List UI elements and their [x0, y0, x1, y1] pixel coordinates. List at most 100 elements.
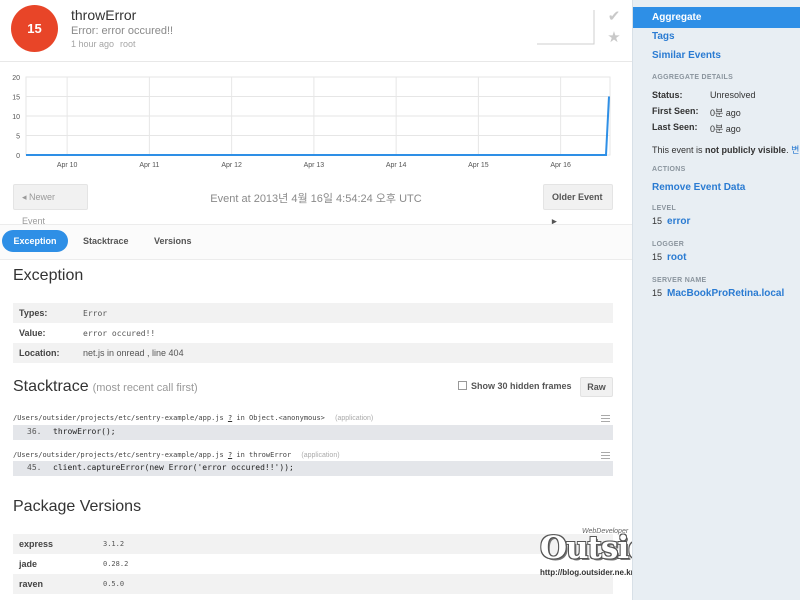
event-timestamp: Event at 2013년 4월 16일 4:54:24 오후 UTC	[0, 190, 632, 206]
event-chart: 0 5 10 15 20 Apr 10 Apr 11 Apr 12 Apr 13 Apr 14 Ap…	[0, 66, 632, 176]
code-text: throwError();	[53, 427, 116, 436]
server-name-heading: SERVER NAME	[652, 277, 707, 284]
code-text: client.captureError(new Error('error occ…	[53, 463, 294, 472]
level-heading: LEVEL	[652, 205, 677, 212]
exception-key: Types:	[19, 308, 48, 318]
change-visibility-link[interactable]: 변경	[791, 145, 800, 155]
sidebar-item-tags[interactable]: Tags	[652, 31, 675, 42]
frame-source-link[interactable]: ?	[228, 451, 232, 459]
frame-source-link[interactable]: ?	[228, 414, 232, 422]
visibility-row: This event is not publicly visible. 변경	[652, 143, 800, 156]
status-label: Status:	[652, 90, 683, 100]
tab-exception[interactable]: Exception	[2, 230, 68, 252]
actions-heading: ACTIONS	[652, 166, 686, 173]
code-line[interactable]: 45. client.captureError(new Error('error…	[13, 461, 613, 476]
blog-watermark: Outsider WebDeveloper http://blog.outsid…	[540, 528, 632, 580]
package-row: raven 0.5.0	[13, 574, 613, 594]
chart-x-tick-label: Apr 16	[550, 162, 571, 169]
check-icon[interactable]: ✔	[606, 9, 622, 25]
event-count-badge: 15	[11, 5, 58, 52]
chart-x-tick-label: Apr 12	[221, 162, 242, 169]
status-row: Status: Unresolved	[652, 90, 756, 100]
frame-tag: (application)	[301, 452, 340, 459]
remove-event-data-link[interactable]: Remove Event Data	[652, 182, 745, 193]
exception-key: Location:	[19, 348, 60, 358]
status-value: Unresolved	[710, 90, 756, 100]
star-icon[interactable]: ★	[606, 30, 622, 46]
logger-row: 15 root	[652, 252, 686, 263]
package-version: 0.28.2	[103, 560, 129, 568]
exception-row-types: Types: Error	[13, 303, 613, 323]
frame-menu-icon[interactable]	[601, 415, 610, 422]
hidden-frames-toggle[interactable]: Show 30 hidden frames	[458, 381, 572, 391]
logger-link[interactable]: root	[667, 252, 686, 263]
frame-menu-icon[interactable]	[601, 452, 610, 459]
raw-button[interactable]: Raw	[580, 377, 613, 397]
event-pager: ◂ Newer Event Event at 2013년 4월 16일 4:54…	[0, 184, 632, 226]
packages-table: express 3.1.2 jade 0.28.2 raven 0.5.0	[13, 534, 613, 594]
tab-stacktrace[interactable]: Stacktrace	[72, 230, 140, 252]
package-row: jade 0.28.2	[13, 554, 613, 574]
sidebar-item-aggregate[interactable]: Aggregate	[633, 7, 800, 28]
aggregate-details-heading: AGGREGATE DETAILS	[652, 74, 734, 81]
event-time-ago: 1 hour ago	[71, 39, 115, 49]
code-line[interactable]: 36. throwError();	[13, 425, 613, 440]
frame-file: /Users/outsider/projects/etc/sentry-exam…	[13, 414, 224, 422]
last-seen-value: 0분 ago	[710, 124, 741, 134]
logger-heading: LOGGER	[652, 241, 685, 248]
hidden-frames-checkbox[interactable]	[458, 381, 467, 390]
event-logger: root	[120, 39, 136, 49]
frame-function: throwError	[249, 451, 292, 459]
visibility-suffix: .	[786, 145, 789, 155]
chart-svg: 0 5 10 15 20 Apr 10 Apr 11 Apr 12 Apr 13 Apr 14 Ap…	[12, 75, 611, 169]
visibility-status: not publicly visible	[705, 145, 787, 155]
frame-header: /Users/outsider/projects/etc/sentry-exam…	[13, 451, 340, 459]
frame-function: Object.<anonymous>	[249, 414, 325, 422]
frame-file: /Users/outsider/projects/etc/sentry-exam…	[13, 451, 224, 459]
first-seen-value: 0분 ago	[710, 108, 741, 118]
chart-y-tick-label: 10	[12, 114, 20, 121]
chart-x-tick-label: Apr 11	[139, 162, 159, 169]
exception-value: Error	[83, 309, 108, 318]
chart-series-line	[26, 96, 610, 156]
event-sparkline	[537, 10, 595, 45]
frame-in: in	[236, 414, 245, 422]
older-event-button[interactable]: Older Event ▸	[543, 184, 613, 226]
exception-value: error occured!!	[83, 329, 156, 338]
first-seen-row: First Seen: 0분 ago	[652, 106, 741, 118]
event-timestamp-text: Event at 2013년 4월 16일 4:54:24 오후 UTC	[210, 193, 422, 205]
code-lineno: 36.	[27, 427, 42, 436]
last-seen-row: Last Seen: 0분 ago	[652, 122, 741, 134]
chart-y-tick-label: 20	[12, 75, 20, 82]
code-lineno: 45.	[27, 463, 42, 472]
watermark-url: http://blog.outsider.ne.kr	[540, 568, 632, 577]
chart-y-tick-label: 5	[16, 134, 20, 141]
package-version: 0.5.0	[103, 580, 125, 588]
frame-tag: (application)	[335, 415, 374, 422]
exception-row-value: Value: error occured!!	[13, 323, 613, 343]
package-name: raven	[19, 579, 44, 589]
chart-x-tick-label: Apr 15	[468, 162, 489, 169]
event-header: 15 throwError Error: error occured!! 1 h…	[0, 0, 632, 62]
main-content: 15 throwError Error: error occured!! 1 h…	[0, 0, 632, 600]
tab-versions[interactable]: Versions	[143, 230, 203, 252]
chart-x-tick-label: Apr 10	[57, 162, 78, 169]
package-name: jade	[19, 559, 38, 569]
stacktrace-title: Stacktrace (most recent call first)	[13, 378, 198, 396]
chart-y-tick-label: 0	[16, 153, 20, 160]
level-link[interactable]: error	[667, 216, 690, 227]
chart-y-tick-label: 15	[12, 95, 20, 102]
server-count: 15	[652, 288, 663, 298]
watermark-logo: Outsider	[540, 530, 632, 566]
event-sidebar: Aggregate Tags Similar Events AGGREGATE …	[632, 0, 800, 600]
server-name-row: 15 MacBookProRetina.local	[652, 288, 784, 299]
event-meta: 1 hour ago root	[71, 39, 136, 49]
last-seen-label: Last Seen:	[652, 122, 698, 132]
logger-count: 15	[652, 252, 663, 262]
stacktrace-title-text: Stacktrace	[13, 378, 89, 395]
level-count: 15	[652, 216, 663, 226]
server-name-link[interactable]: MacBookProRetina.local	[667, 288, 784, 299]
event-title[interactable]: throwError	[71, 7, 136, 23]
sidebar-item-similar-events[interactable]: Similar Events	[652, 50, 721, 61]
level-row: 15 error	[652, 216, 690, 227]
